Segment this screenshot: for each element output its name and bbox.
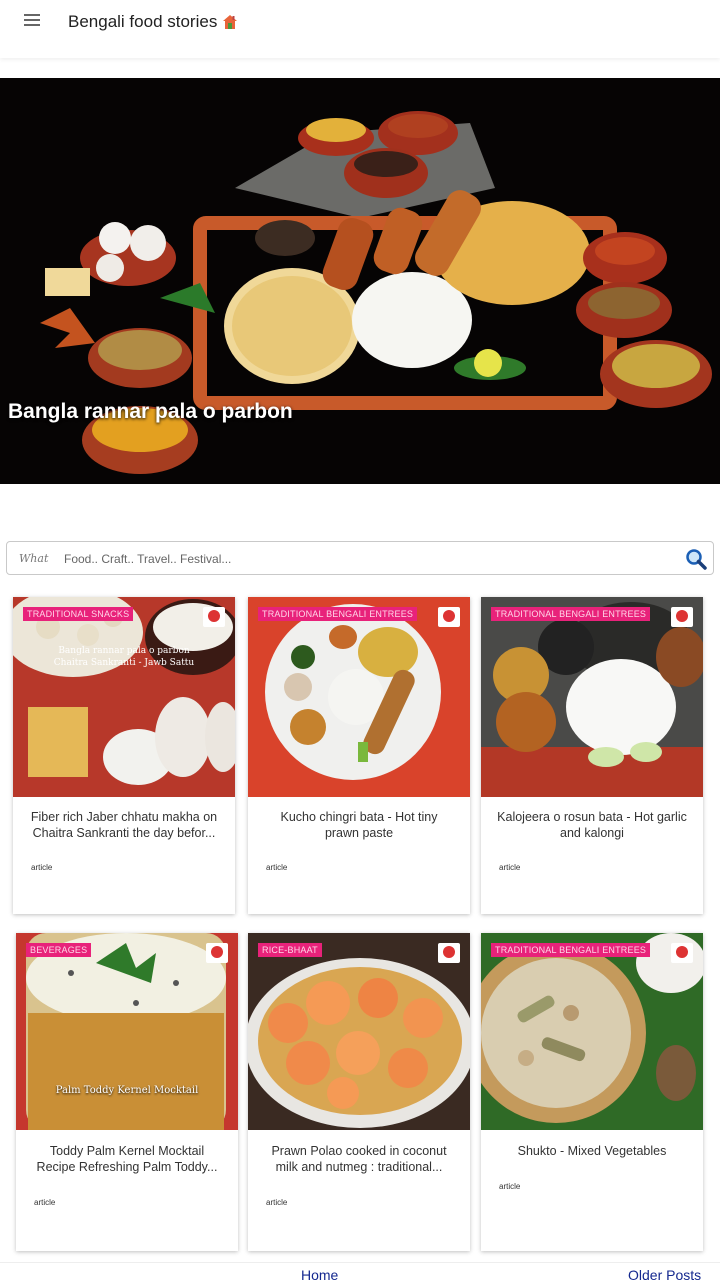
home-link[interactable]: Home [301, 1267, 338, 1283]
older-posts-link[interactable]: Older Posts [628, 1267, 701, 1283]
hero-title[interactable]: Bangla rannar pala o parbon [8, 400, 293, 424]
site-logo-icon [206, 943, 228, 963]
site-title[interactable]: Bengali food stories [68, 12, 217, 32]
post-thumbnail[interactable]: Bangla rannar pala o parbon Chaitra Sank… [13, 597, 235, 797]
post-card[interactable]: Traditional Bengali Entrees Kucho chingr… [248, 597, 470, 914]
post-thumbnail[interactable]: Rice-Bhaat [248, 933, 470, 1130]
post-title[interactable]: Shukto - Mixed Vegetables [495, 1143, 689, 1159]
site-logo-icon [438, 943, 460, 963]
category-tag[interactable]: Traditional Bengali Entrees [491, 607, 651, 621]
post-thumbnail[interactable]: Traditional Bengali Entrees [248, 597, 470, 797]
post-title[interactable]: Fiber rich Jaber chhatu makha on Chaitra… [27, 809, 221, 841]
category-tag[interactable]: Traditional Bengali Entrees [258, 607, 418, 621]
post-card[interactable]: Traditional Bengali Entrees Shukto - Mix… [481, 933, 703, 1251]
category-tag[interactable]: Rice-Bhaat [258, 943, 322, 957]
post-thumbnail[interactable]: Traditional Bengali Entrees [481, 597, 703, 797]
site-logo-icon [438, 607, 460, 627]
search-bar[interactable]: What Food.. Craft.. Travel.. Festival... [6, 541, 714, 575]
site-logo-icon [671, 607, 693, 627]
hamburger-menu-icon[interactable] [24, 12, 40, 26]
thumbnail-overlay-text: Bangla rannar pala o parbon Chaitra Sank… [53, 646, 195, 668]
search-input[interactable]: Food.. Craft.. Travel.. Festival... [64, 552, 231, 566]
post-card[interactable]: Rice-Bhaat Prawn Polao cooked in coconut… [248, 933, 470, 1251]
search-icon[interactable] [685, 548, 707, 570]
site-logo-icon [203, 607, 225, 627]
search-label: What [19, 552, 49, 565]
category-tag[interactable]: Beverages [26, 943, 92, 957]
post-title[interactable]: Kucho chingri bata - Hot tiny prawn past… [262, 809, 456, 841]
post-type: article [34, 1198, 56, 1207]
post-card[interactable]: Palm Toddy Kernel Mocktail Beverages Tod… [16, 933, 238, 1251]
hero-banner[interactable]: Bangla rannar pala o parbon [0, 78, 720, 484]
site-logo-icon [671, 943, 693, 963]
post-type: article [499, 863, 521, 872]
post-type: article [499, 1182, 521, 1191]
post-title[interactable]: Prawn Polao cooked in coconut milk and n… [262, 1143, 456, 1175]
pagination-footer: Home Older Posts [0, 1262, 720, 1283]
house-icon [223, 15, 237, 29]
post-title[interactable]: Toddy Palm Kernel Mocktail Recipe Refres… [30, 1143, 224, 1175]
thumbnail-overlay-text: Palm Toddy Kernel Mocktail [55, 1085, 199, 1096]
category-tag[interactable]: Traditional snacks [23, 607, 134, 621]
post-type: article [266, 1198, 288, 1207]
post-title[interactable]: Kalojeera o rosun bata - Hot garlic and … [495, 809, 689, 841]
post-type: article [266, 863, 288, 872]
top-app-bar: Bengali food stories [0, 0, 720, 58]
post-card[interactable]: Bangla rannar pala o parbon Chaitra Sank… [13, 597, 235, 914]
post-card[interactable]: Traditional Bengali Entrees Kalojeera o … [481, 597, 703, 914]
category-tag[interactable]: Traditional Bengali Entrees [491, 943, 651, 957]
post-thumbnail[interactable]: Palm Toddy Kernel Mocktail Beverages [16, 933, 238, 1130]
post-thumbnail[interactable]: Traditional Bengali Entrees [481, 933, 703, 1130]
post-type: article [31, 863, 53, 872]
